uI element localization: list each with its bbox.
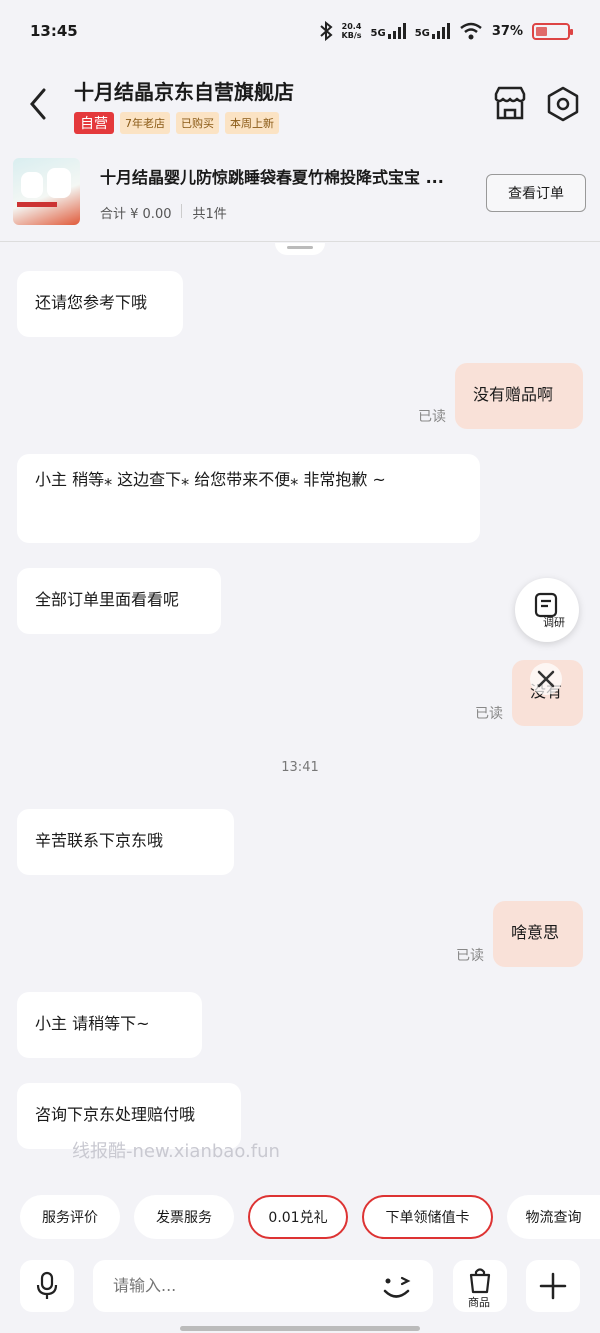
product-thumbnail[interactable] [13,158,80,225]
order-total: 合计 ¥ 0.00 [100,207,172,222]
view-order-button[interactable]: 查看订单 [486,174,586,212]
emoji-icon[interactable] [380,1272,414,1302]
product-title[interactable]: 十月结晶婴儿防惊跳睡袋春夏竹棉投降式宝宝 ... [100,164,475,188]
chat-header: 十月结晶京东自营旗舰店 自营 7年老店 已购买 本周上新 [0,62,600,148]
voice-button[interactable] [20,1260,74,1312]
tag-self-operated: 自营 [74,112,114,134]
goods-label: 商品 [468,1296,490,1309]
bluetooth-icon [319,21,333,41]
shop-name[interactable]: 十月结晶京东自营旗舰店 [74,76,294,105]
survey-label: 调研 [543,616,565,629]
battery-icon [532,22,573,40]
message-bubble[interactable]: 还请您参考下哦 [17,271,183,337]
plus-icon [539,1272,567,1300]
signal-sim2: 5G [415,23,450,39]
watermark: 线报酷-new.xianbao.fun [72,1141,280,1162]
quick-action-redeem-gift[interactable]: 0.01兑礼 [248,1195,348,1239]
read-receipt: 已读 [475,706,503,722]
shop-tags: 自营 7年老店 已购买 本周上新 [74,112,279,134]
settings-icon[interactable] [543,84,583,124]
product-meta: 合计 ¥ 0.00 共1件 [100,203,227,222]
item-count: 共1件 [192,207,227,222]
signal-icon [387,23,406,39]
status-bar: 13:45 20.4 KB/s 5G 5G 37% [0,0,600,62]
close-icon[interactable] [530,663,562,695]
message-bubble[interactable]: 小主 请稍等下~ [17,992,202,1058]
tag-new-this-week: 本周上新 [225,112,279,134]
status-time: 13:45 [30,22,78,40]
net-speed: 20.4 KB/s [341,22,362,40]
collapse-handle[interactable] [275,243,325,255]
message-bubble[interactable]: 小主 稍等⁎ 这边查下⁎ 给您带来不便⁎ 非常抱歉 ~ [17,454,480,543]
goods-button[interactable]: 商品 [453,1260,507,1312]
signal-icon [431,23,450,39]
home-indicator[interactable] [180,1326,420,1331]
input-bar: 商品 [0,1250,600,1333]
survey-button[interactable]: 调研 [515,578,579,642]
quick-action-invoice[interactable]: 发票服务 [134,1195,234,1239]
store-icon[interactable] [490,84,530,124]
battery-percent: 37% [491,23,523,39]
quick-action-stored-value-card[interactable]: 下单领储值卡 [362,1195,493,1239]
quick-action-logistics[interactable]: 物流查询 [507,1195,600,1239]
more-button[interactable] [526,1260,580,1312]
mic-icon [36,1271,58,1299]
shopping-bag-icon [469,1268,491,1294]
product-card[interactable]: 十月结晶婴儿防惊跳睡袋春夏竹棉投降式宝宝 ... 合计 ¥ 0.00 共1件 查… [0,148,600,242]
message-bubble[interactable]: 啥意思 [493,901,583,967]
message-timestamp: 13:41 [281,760,319,775]
wifi-icon [460,22,482,40]
read-receipt: 已读 [456,948,484,964]
read-receipt: 已读 [418,409,446,425]
message-bubble[interactable]: 全部订单里面看看呢 [17,568,221,634]
message-bubble[interactable]: 没有赠品啊 [455,363,583,429]
message-bubble[interactable]: 辛苦联系下京东哦 [17,809,234,875]
back-arrow-icon[interactable] [24,84,54,124]
tag-store-age: 7年老店 [120,112,170,134]
quick-action-service-review[interactable]: 服务评价 [20,1195,120,1239]
signal-sim1: 5G [371,23,406,39]
tag-purchased: 已购买 [176,112,219,134]
